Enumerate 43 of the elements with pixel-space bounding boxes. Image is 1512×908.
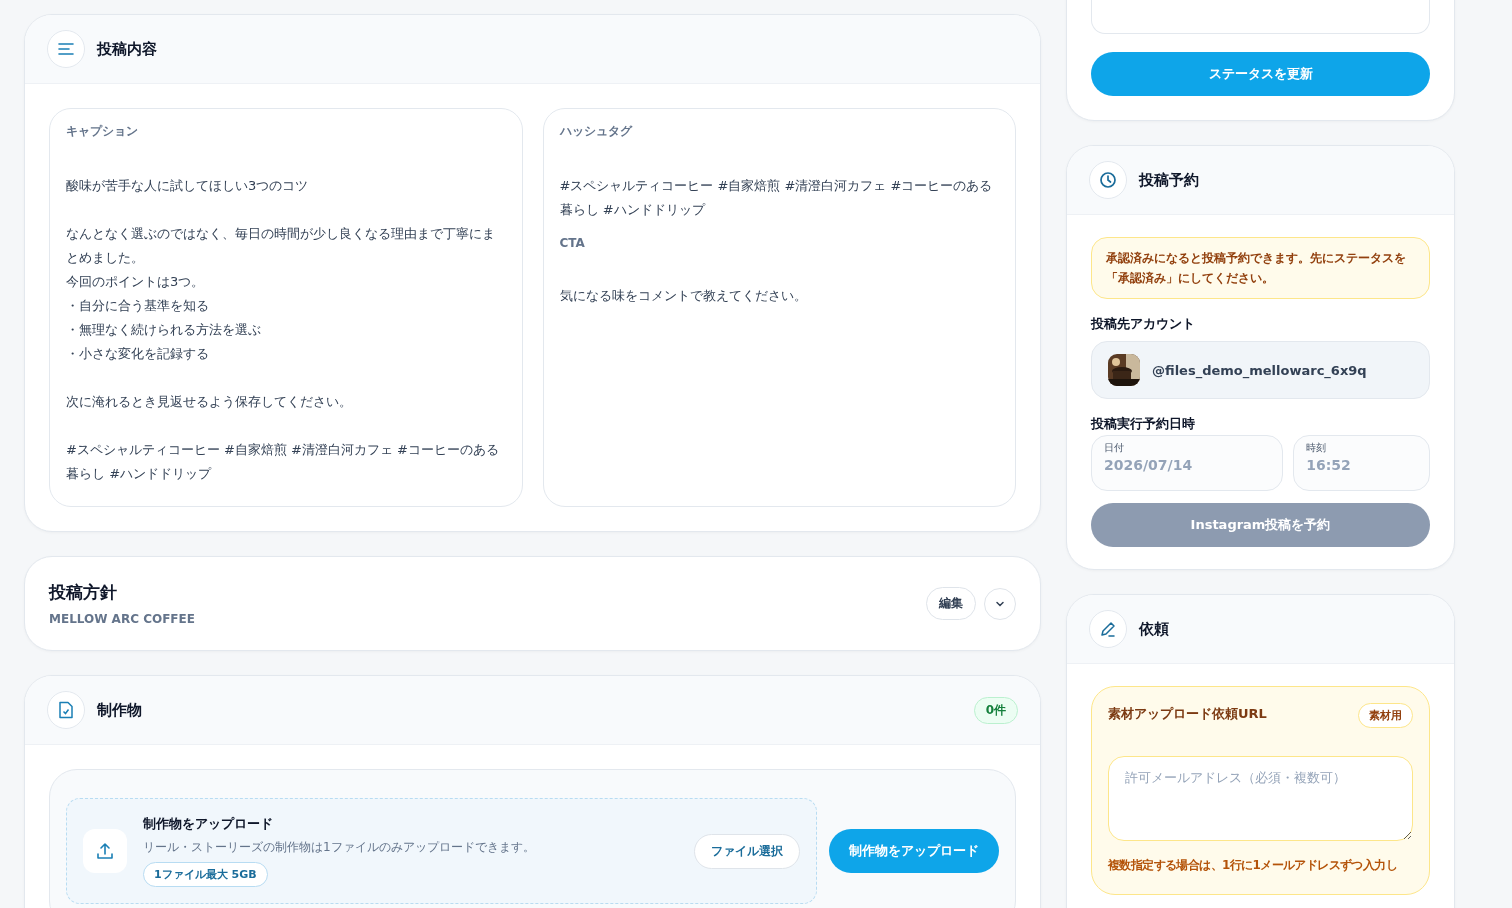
text-line: ・無理なく続けられる方法を選ぶ (66, 321, 262, 339)
field-label: ハッシュタグ (559, 123, 634, 140)
text-line: #スペシャルティコーヒー #自家焙煎 #清澄白河カフェ #コーヒーのある暮らし #ハンドドリップ (559, 177, 994, 219)
upload-description: リール・ストーリーズの制作物は1ファイルのみアップロードできます。 (143, 839, 535, 856)
text-line: 酸味が苦手な人に試してほしい3つのコツ (66, 177, 310, 195)
text-line: 次に淹れるとき見返せるよう保存してください。 (66, 393, 353, 411)
panel-title: 素材アップロード依頼URL (1108, 705, 1267, 723)
section-title: 制作物 (97, 700, 142, 720)
field-label: 投稿実行予約日時 (1091, 415, 1196, 433)
section-title: 投稿内容 (97, 39, 157, 59)
account-name: @files_demo_mellowarc_6x9q (1152, 362, 1367, 378)
notice-message: 承認済みになると投稿予約できます。先にステータスを「承認済み」にしてください。 (1091, 237, 1430, 299)
field-label: キャプション (66, 123, 139, 140)
brand-name: MELLOW ARC COFFEE (49, 612, 196, 626)
pencil-icon (1089, 610, 1127, 648)
file-select-button[interactable]: ファイル選択 (694, 833, 800, 869)
section-title: 投稿方針 (49, 581, 118, 604)
material-tag: 素材用 (1358, 703, 1413, 728)
count-badge: 0件 (973, 696, 1018, 724)
edit-button[interactable]: 編集 (926, 587, 976, 620)
clock-icon (1089, 161, 1127, 199)
text-line: 気になる味をコメントで教えてください。 (559, 287, 808, 305)
section-title: 依頼 (1139, 619, 1169, 639)
email-field[interactable]: 許可メールアドレス（必須・複数可） (1108, 756, 1413, 841)
size-limit-tag: 1ファイル最大 5GB (143, 862, 268, 887)
date-field[interactable]: 日付 2026/07/14 (1091, 435, 1284, 491)
field-label: CTA (559, 236, 586, 250)
upload-title: 制作物をアップロード (143, 815, 273, 833)
text-line: 今回のポイントは3つ。 (66, 273, 206, 291)
drop-zone[interactable]: 制作物をアップロード リール・ストーリーズの制作物は1ファイルのみアップロードできます。 1ファイル最大 5GB ファイル選択 (66, 798, 817, 904)
text-line: #スペシャルティコーヒー #自家焙煎 #清澄白河カフェ #コーヒーのある暮らし #ハンドドリップ (66, 441, 500, 483)
file-check-icon (47, 691, 85, 729)
upload-icon (83, 829, 127, 873)
menu-icon (47, 30, 85, 68)
hint-text: 複数指定する場合は、1行に1メールアドレスずつ入力し (1108, 857, 1399, 874)
text-line: ・自分に合う基準を知る (66, 297, 210, 315)
text-line: なんとなく選ぶのではなく、毎日の時間が少し良くなる理由まで丁寧にまとめました。 (66, 225, 496, 267)
section-title: 投稿予約 (1139, 170, 1199, 190)
account-selector[interactable]: @files_demo_mellowarc_6x9q (1091, 341, 1430, 399)
text-line: ・小さな変化を記録する (66, 345, 210, 363)
time-field[interactable]: 時刻 16:52 (1293, 435, 1430, 491)
field-label: 投稿先アカウント (1091, 315, 1196, 333)
expand-button[interactable] (984, 587, 1016, 620)
